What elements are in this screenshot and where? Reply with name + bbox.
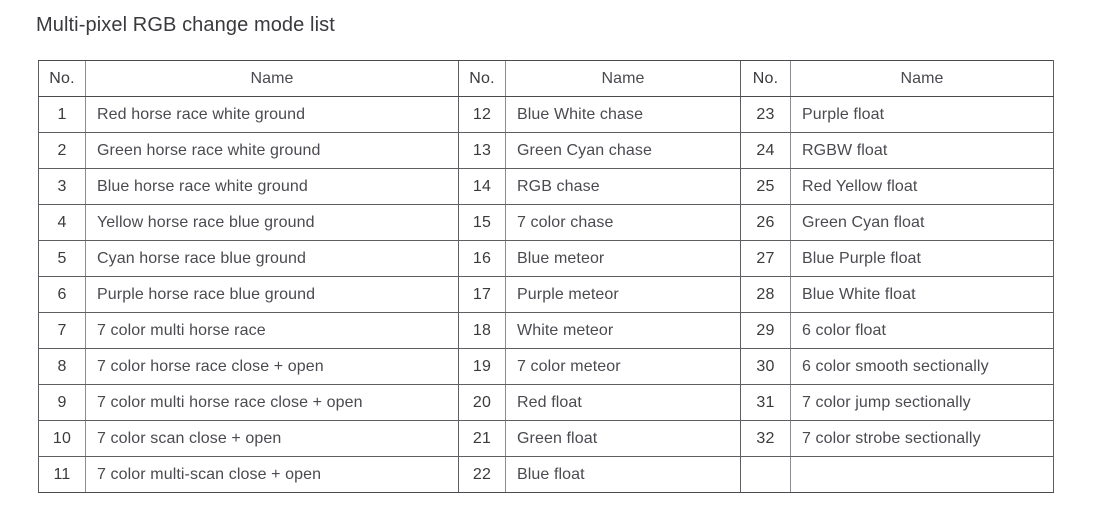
table-row: 6 Purple horse race blue ground 17 Purple m… bbox=[38, 276, 1054, 313]
cell-name: 7 color multi horse race bbox=[85, 312, 459, 349]
cell-name: Yellow horse race blue ground bbox=[85, 204, 459, 241]
table-row: 1 Red horse race white ground 12 Blue White… bbox=[38, 96, 1054, 133]
cell-name: Green Cyan float bbox=[790, 204, 1054, 241]
table-row: 2 Green horse race white ground 13 Green Cy… bbox=[38, 132, 1054, 169]
table-row: 11 7 color multi-scan close + open 22 Blue … bbox=[38, 456, 1054, 493]
cell-name: RGB chase bbox=[505, 168, 741, 205]
cell-no: 24 bbox=[740, 132, 791, 169]
cell-no: 20 bbox=[458, 384, 506, 421]
cell-name: White meteor bbox=[505, 312, 741, 349]
cell-name: Purple meteor bbox=[505, 276, 741, 313]
cell-name: Blue float bbox=[505, 456, 741, 493]
table-row: 5 Cyan horse race blue ground 16 Blue meteo… bbox=[38, 240, 1054, 277]
cell-name: Purple horse race blue ground bbox=[85, 276, 459, 313]
cell-name: Red horse race white ground bbox=[85, 96, 459, 133]
table-row: 97 color multi horse race close + open 20… bbox=[38, 384, 1054, 421]
page-title: Multi-pixel RGB change mode list bbox=[36, 14, 335, 36]
cell-no: 3 bbox=[38, 168, 86, 205]
cell-name: Green Cyan chase bbox=[505, 132, 741, 169]
column-header-no-1: No. bbox=[38, 60, 86, 97]
cell-name: Blue horse race white ground bbox=[85, 168, 459, 205]
cell-no: 29 bbox=[740, 312, 791, 349]
cell-no: 21 bbox=[458, 420, 506, 457]
cell-name: 7 color meteor bbox=[505, 348, 741, 385]
cell-no: 16 bbox=[458, 240, 506, 277]
table-header: No. Name No. Name No. Name bbox=[38, 60, 1054, 97]
cell-name: 7 color multi horse race close + open bbox=[85, 384, 459, 421]
cell-no: 10 bbox=[38, 420, 86, 457]
cell-no: 5 bbox=[38, 240, 86, 277]
cell-name: Blue White chase bbox=[505, 96, 741, 133]
cell-no: 7 bbox=[38, 312, 86, 349]
table-row: 3 Blue horse race white ground 14 RGB chase… bbox=[38, 168, 1054, 205]
table-row: 10 7 color scan close + open 21 Green float… bbox=[38, 420, 1054, 457]
cell-no: 27 bbox=[740, 240, 791, 277]
cell-no: 4 bbox=[38, 204, 86, 241]
cell-no: 13 bbox=[458, 132, 506, 169]
cell-name: Purple float bbox=[790, 96, 1054, 133]
column-header-no-3: No. bbox=[740, 60, 791, 97]
document-page: Multi-pixel RGB change mode list No. Nam… bbox=[0, 0, 1097, 514]
cell-no: 11 bbox=[38, 456, 86, 493]
cell-no: 28 bbox=[740, 276, 791, 313]
mode-list-table-container: No. Name No. Name No. Name 1 Red horse ra… bbox=[38, 60, 1054, 493]
cell-name: Red Yellow float bbox=[790, 168, 1054, 205]
cell-no: 32 bbox=[740, 420, 791, 457]
table-row: 4 Yellow horse race blue ground 15 7 color … bbox=[38, 204, 1054, 241]
cell-name: 7 color horse race close + open bbox=[85, 348, 459, 385]
mode-list-table: No. Name No. Name No. Name 1 Red horse ra… bbox=[38, 60, 1054, 493]
table-body: 1 Red horse race white ground 12 Blue White… bbox=[38, 96, 1054, 493]
cell-no: 1 bbox=[38, 96, 86, 133]
table-row: 77 color multi horse race 18 White meteor 2… bbox=[38, 312, 1054, 349]
cell-name: 6 color smooth sectionally bbox=[790, 348, 1054, 385]
cell-no: 6 bbox=[38, 276, 86, 313]
cell-name: 7 color strobe sectionally bbox=[790, 420, 1054, 457]
cell-no: 19 bbox=[458, 348, 506, 385]
cell-name: 7 color scan close + open bbox=[85, 420, 459, 457]
cell-no: 25 bbox=[740, 168, 791, 205]
cell-no: 26 bbox=[740, 204, 791, 241]
cell-name: Blue Purple float bbox=[790, 240, 1054, 277]
cell-name: Red float bbox=[505, 384, 741, 421]
cell-no: 12 bbox=[458, 96, 506, 133]
cell-no: 30 bbox=[740, 348, 791, 385]
column-header-name-2: Name bbox=[505, 60, 741, 97]
table-row: 87 color horse race close + open 19 7 colo… bbox=[38, 348, 1054, 385]
cell-no: 31 bbox=[740, 384, 791, 421]
cell-name: Cyan horse race blue ground bbox=[85, 240, 459, 277]
cell-no: 14 bbox=[458, 168, 506, 205]
cell-name: 7 color multi-scan close + open bbox=[85, 456, 459, 493]
cell-no: 18 bbox=[458, 312, 506, 349]
cell-name: Green float bbox=[505, 420, 741, 457]
column-header-name-1: Name bbox=[85, 60, 459, 97]
cell-no: 15 bbox=[458, 204, 506, 241]
cell-name: Blue meteor bbox=[505, 240, 741, 277]
cell-name: Blue White float bbox=[790, 276, 1054, 313]
cell-no: 17 bbox=[458, 276, 506, 313]
cell-name: RGBW float bbox=[790, 132, 1054, 169]
cell-name: 7 color chase bbox=[505, 204, 741, 241]
cell-no: 23 bbox=[740, 96, 791, 133]
cell-no: 2 bbox=[38, 132, 86, 169]
cell-name: 7 color jump sectionally bbox=[790, 384, 1054, 421]
cell-no: 9 bbox=[38, 384, 86, 421]
cell-name bbox=[790, 456, 1054, 493]
table-header-row: No. Name No. Name No. Name bbox=[38, 60, 1054, 97]
cell-no bbox=[740, 456, 791, 493]
cell-no: 8 bbox=[38, 348, 86, 385]
cell-no: 22 bbox=[458, 456, 506, 493]
cell-name: Green horse race white ground bbox=[85, 132, 459, 169]
cell-name: 6 color float bbox=[790, 312, 1054, 349]
column-header-no-2: No. bbox=[458, 60, 506, 97]
column-header-name-3: Name bbox=[790, 60, 1054, 97]
